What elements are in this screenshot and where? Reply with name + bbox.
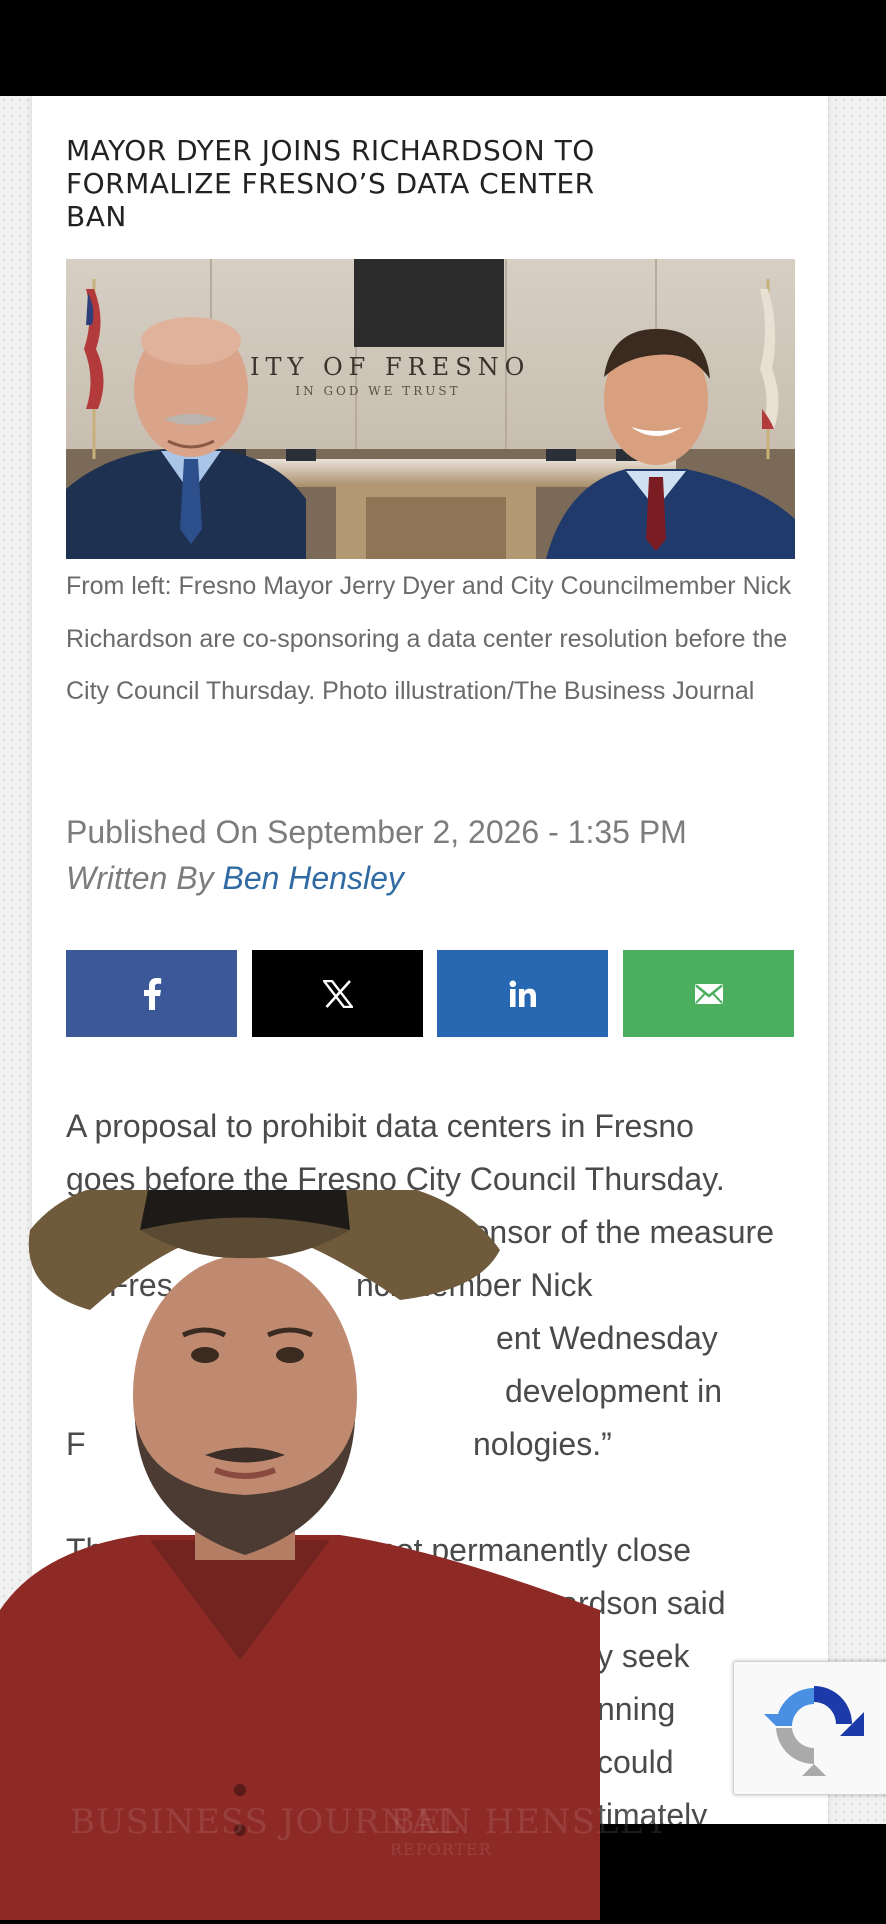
article-hero-image: CITY OF FRESNO IN GOD WE TRUST (66, 259, 795, 559)
recaptcha-badge[interactable] (733, 1661, 886, 1795)
svg-text:CITY OF FRESNO: CITY OF FRESNO (226, 353, 531, 381)
email-icon (694, 983, 723, 1004)
publish-date: Published On September 2, 2026 - 1:35 PM (66, 814, 687, 850)
author-link[interactable]: Ben Hensley (222, 860, 403, 896)
share-email-button[interactable] (623, 950, 794, 1037)
linkedin-icon (509, 980, 536, 1007)
facebook-icon (143, 977, 161, 1010)
share-x-button[interactable] (252, 950, 423, 1037)
paragraph-line: A proposal to prohibit data centers in F… (66, 1108, 694, 1144)
svg-text:IN GOD WE TRUST: IN GOD WE TRUST (295, 384, 460, 398)
overlay-watermark-sub: REPORTER (390, 1840, 590, 1890)
x-icon (322, 979, 353, 1008)
watermark-presenter-name: BEN HENSLEY (390, 1802, 669, 1842)
share-facebook-button[interactable] (66, 950, 237, 1037)
hero-illustration: CITY OF FRESNO IN GOD WE TRUST (66, 259, 795, 559)
share-buttons (66, 950, 795, 1037)
article-headline: MAYOR DYER JOINS RICHARDSON TO FORMALIZE… (66, 134, 595, 233)
image-caption: From left: Fresno Mayor Jerry Dyer and C… (66, 572, 792, 705)
byline: Written By Ben Hensley (66, 860, 404, 897)
byline-prefix: Written By (66, 860, 214, 896)
presenter-video-overlay: BUSINESS JOURNAL BEN HENSLEY REPORTER (0, 1130, 668, 1920)
watermark-presenter-role: REPORTER (390, 1840, 492, 1859)
share-linkedin-button[interactable] (437, 950, 608, 1037)
recaptcha-icon (764, 1686, 864, 1776)
